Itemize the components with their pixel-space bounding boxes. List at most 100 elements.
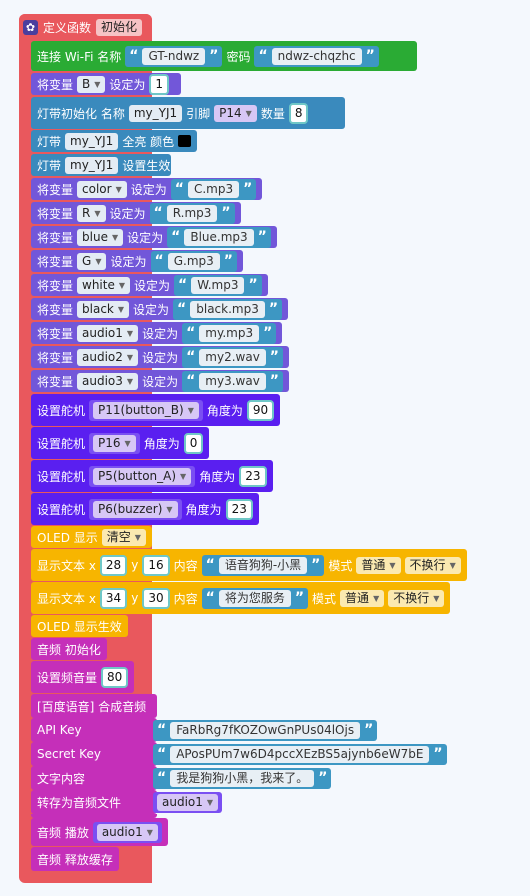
set-variable-block[interactable]: 将变量 white ▼ 设定为 “W.mp3” bbox=[31, 274, 268, 296]
set-variable-block[interactable]: 将变量 G ▼ 设定为 “G.mp3” bbox=[31, 250, 243, 272]
string-value[interactable]: “G.mp3” bbox=[150, 250, 237, 272]
count-input[interactable]: 8 bbox=[288, 102, 309, 124]
servo-block[interactable]: 设置舵机 P6(buzzer) ▼ 角度为 23 bbox=[31, 493, 259, 525]
string-value[interactable]: “R.mp3” bbox=[149, 202, 235, 224]
wrap-dropdown[interactable]: 不换行 ▼ bbox=[404, 556, 461, 574]
strip-fill-block[interactable]: 灯带 my_YJ1 全亮 颜色 bbox=[31, 130, 197, 152]
set-variable-block[interactable]: 将变量 R ▼ 设定为 “R.mp3” bbox=[31, 202, 241, 224]
led-strip-init-block[interactable]: 灯带初始化 名称 my_YJ1 引脚 P14 ▼ 数量 8 bbox=[31, 97, 345, 129]
set-variable-block[interactable]: 将变量 color ▼ 设定为 “C.mp3” bbox=[31, 178, 263, 200]
string-text[interactable]: my3.wav bbox=[199, 372, 266, 390]
play-file-dropdown[interactable]: audio1 ▼ bbox=[92, 821, 162, 843]
variable-dropdown[interactable]: color ▼ bbox=[77, 180, 127, 198]
set-variable-block[interactable]: 将变量 black ▼ 设定为 “black.mp3” bbox=[31, 298, 289, 320]
string-text[interactable]: black.mp3 bbox=[190, 300, 265, 318]
variable-dropdown[interactable]: black ▼ bbox=[77, 300, 130, 318]
string-text[interactable]: my2.wav bbox=[199, 348, 266, 366]
strip-name-field[interactable]: my_YJ1 bbox=[65, 132, 119, 150]
color-swatch[interactable] bbox=[178, 135, 191, 147]
content-value[interactable]: 语音狗狗-小黑 bbox=[218, 556, 308, 574]
angle-input[interactable]: 90 bbox=[246, 399, 275, 421]
api-key-string[interactable]: “FaRbRg7fKOZOwGnPUs04lOjs” bbox=[153, 720, 378, 741]
string-text[interactable]: my.mp3 bbox=[199, 324, 260, 342]
set-variable-block[interactable]: 将变量 B ▼ 设定为 1 bbox=[31, 73, 181, 95]
angle-input[interactable]: 0 bbox=[183, 432, 204, 454]
oled-text-block[interactable]: 显示文本 x 28 y 16 内容 “语音狗狗-小黑” 模式 普通 ▼ 不换行 ▼ bbox=[31, 549, 467, 581]
wrap-dropdown[interactable]: 不换行 ▼ bbox=[388, 589, 445, 607]
gear-icon[interactable]: ✿ bbox=[23, 19, 38, 35]
oled-mode-dropdown[interactable]: 清空 ▼ bbox=[101, 528, 146, 546]
variable-dropdown[interactable]: white ▼ bbox=[77, 276, 131, 294]
dropdown-arrow-icon: ▼ bbox=[126, 376, 134, 386]
set-variable-block[interactable]: 将变量 audio3 ▼ 设定为 “my3.wav” bbox=[31, 370, 289, 392]
set-variable-block[interactable]: 将变量 blue ▼ 设定为 “Blue.mp3” bbox=[31, 226, 277, 248]
servo-block[interactable]: 设置舵机 P11(button_B) ▼ 角度为 90 bbox=[31, 394, 281, 426]
variable-dropdown[interactable]: audio3 ▼ bbox=[77, 372, 139, 390]
text-content-value[interactable]: 我是狗狗小黑，我来了。 bbox=[170, 770, 315, 787]
pin-dropdown[interactable]: P5(button_A) ▼ bbox=[89, 465, 196, 487]
pin-dropdown[interactable]: P14 ▼ bbox=[214, 104, 257, 122]
x-input[interactable]: 34 bbox=[99, 587, 128, 609]
variable-dropdown[interactable]: R ▼ bbox=[77, 204, 106, 222]
set-variable-block[interactable]: 将变量 audio2 ▼ 设定为 “my2.wav” bbox=[31, 346, 289, 368]
pin-dropdown[interactable]: P6(buzzer) ▼ bbox=[89, 498, 182, 520]
string-value[interactable]: “my.mp3” bbox=[182, 322, 277, 344]
strip-name-field[interactable]: my_YJ1 bbox=[128, 104, 183, 122]
oled-text-block[interactable]: 显示文本 x 34 y 30 内容 “将为您服务” 模式 普通 ▼ 不换行 ▼ bbox=[31, 582, 451, 614]
servo-block[interactable]: 设置舵机 P5(button_A) ▼ 角度为 23 bbox=[31, 460, 273, 492]
number-input[interactable]: 1 bbox=[149, 73, 170, 95]
mode-dropdown[interactable]: 普通 ▼ bbox=[356, 556, 401, 574]
variable-dropdown[interactable]: audio2 ▼ bbox=[77, 348, 139, 366]
string-text[interactable]: R.mp3 bbox=[166, 204, 218, 222]
baidu-tts-title[interactable]: [百度语音] 合成音频 bbox=[31, 694, 157, 718]
wifi-connect-block[interactable]: 连接 Wi-Fi 名称 “GT-ndwz” 密码 “ndwz-chqzhc” bbox=[31, 41, 417, 71]
x-input[interactable]: 28 bbox=[99, 554, 128, 576]
content-value[interactable]: 将为您服务 bbox=[218, 589, 291, 607]
oled-show-block[interactable]: OLED 显示生效 bbox=[31, 615, 128, 637]
string-text[interactable]: G.mp3 bbox=[167, 252, 220, 270]
save-file-dropdown[interactable]: audio1 ▼ bbox=[153, 792, 223, 813]
password-string[interactable]: “ndwz-chqzhc” bbox=[254, 45, 379, 67]
variable-dropdown[interactable]: B ▼ bbox=[77, 75, 106, 93]
audio-play-block[interactable]: 音频 播放 audio1 ▼ bbox=[31, 818, 168, 846]
servo-block[interactable]: 设置舵机 P16 ▼ 角度为 0 bbox=[31, 427, 210, 459]
variable-dropdown[interactable]: audio1 ▼ bbox=[77, 324, 139, 342]
y-input[interactable]: 30 bbox=[142, 587, 170, 609]
audio-init-block[interactable]: 音频 初始化 bbox=[31, 638, 107, 660]
y-input[interactable]: 16 bbox=[142, 554, 170, 576]
ssid-value[interactable]: GT-ndwz bbox=[142, 47, 206, 65]
secret-key-value[interactable]: APosPUm7w6D4pccXEzBS5ajynb6eW7bE bbox=[170, 746, 430, 763]
angle-input[interactable]: 23 bbox=[225, 498, 253, 520]
audio-volume-block[interactable]: 设置频音量 80 bbox=[31, 661, 135, 693]
function-name-field[interactable]: 初始化 bbox=[96, 18, 143, 36]
string-text[interactable]: C.mp3 bbox=[187, 180, 240, 198]
content-string[interactable]: “将为您服务” bbox=[201, 587, 309, 609]
mode-dropdown[interactable]: 普通 ▼ bbox=[340, 589, 385, 607]
function-header[interactable]: ✿ 定义函数 初始化 bbox=[19, 14, 152, 40]
variable-dropdown[interactable]: G ▼ bbox=[77, 252, 107, 270]
string-value[interactable]: “W.mp3” bbox=[174, 274, 262, 296]
variable-dropdown[interactable]: blue ▼ bbox=[77, 228, 124, 246]
content-string[interactable]: “语音狗狗-小黑” bbox=[201, 554, 325, 576]
string-value[interactable]: “C.mp3” bbox=[170, 178, 257, 200]
strip-name-field[interactable]: my_YJ1 bbox=[65, 156, 119, 174]
pin-dropdown[interactable]: P16 ▼ bbox=[89, 432, 140, 454]
secret-key-string[interactable]: “APosPUm7w6D4pccXEzBS5ajynb6eW7bE” bbox=[153, 744, 447, 765]
api-key-value[interactable]: FaRbRg7fKOZOwGnPUs04lOjs bbox=[170, 722, 361, 739]
strip-show-block[interactable]: 灯带 my_YJ1 设置生效 bbox=[31, 154, 171, 176]
set-variable-block[interactable]: 将变量 audio1 ▼ 设定为 “my.mp3” bbox=[31, 322, 283, 344]
angle-input[interactable]: 23 bbox=[239, 465, 267, 487]
password-value[interactable]: ndwz-chqzhc bbox=[271, 47, 362, 65]
string-text[interactable]: Blue.mp3 bbox=[184, 228, 254, 246]
text-content-string[interactable]: “我是狗狗小黑，我来了。” bbox=[153, 768, 332, 789]
string-value[interactable]: “Blue.mp3” bbox=[167, 226, 271, 248]
ssid-string[interactable]: “GT-ndwz” bbox=[125, 45, 223, 67]
volume-input[interactable]: 80 bbox=[101, 666, 129, 688]
string-value[interactable]: “black.mp3” bbox=[173, 298, 283, 320]
string-value[interactable]: “my2.wav” bbox=[182, 346, 283, 368]
oled-fill-block[interactable]: OLED 显示 清空 ▼ bbox=[31, 526, 152, 548]
pin-dropdown[interactable]: P11(button_B) ▼ bbox=[89, 399, 203, 421]
audio-release-block[interactable]: 音频 释放缓存 bbox=[31, 847, 119, 871]
string-text[interactable]: W.mp3 bbox=[191, 276, 245, 294]
string-value[interactable]: “my3.wav” bbox=[182, 370, 283, 392]
